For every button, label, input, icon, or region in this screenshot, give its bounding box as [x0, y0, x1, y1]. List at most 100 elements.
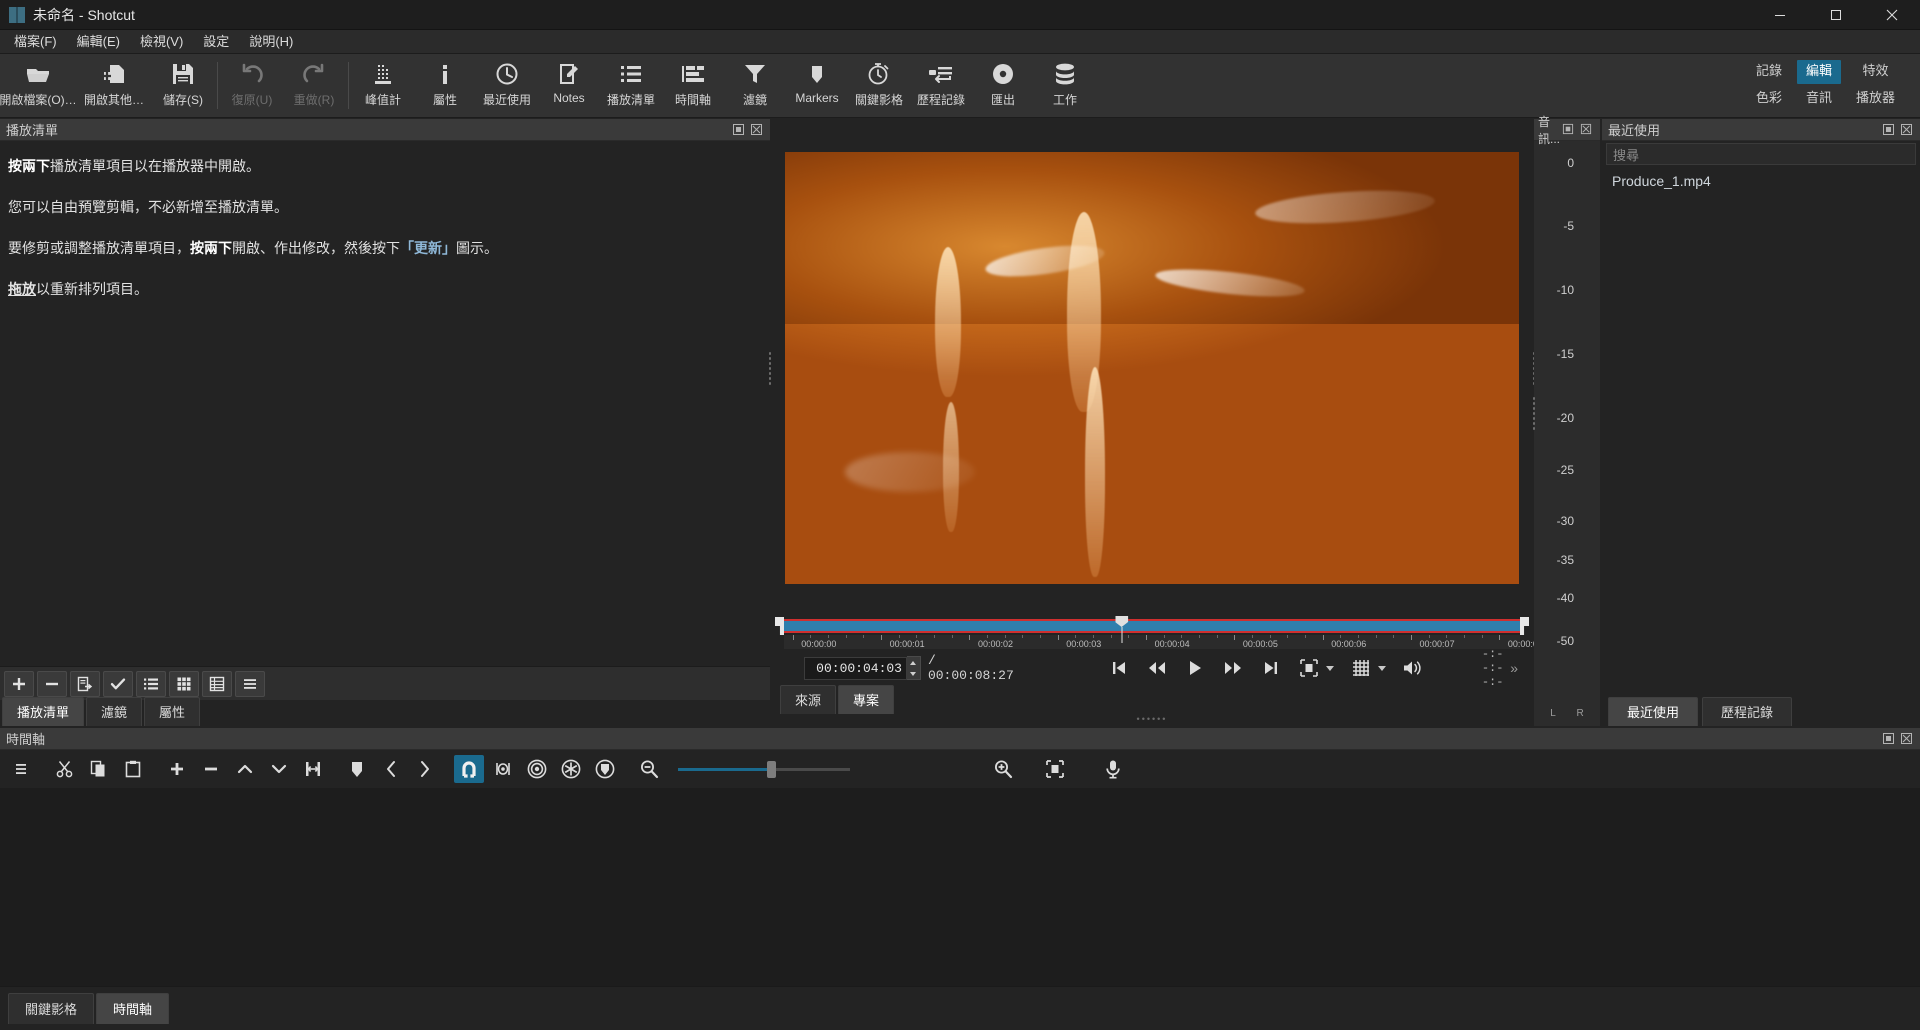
menu-file[interactable]: 檔案(F): [4, 31, 67, 53]
audio-splitter-grip[interactable]: [1532, 396, 1536, 430]
jobs-button[interactable]: 工作: [1034, 54, 1096, 117]
peak-meter-button[interactable]: 峰值計: [352, 54, 414, 117]
zoom-fit-button[interactable]: [1298, 657, 1320, 679]
timeline-zoom-out-button[interactable]: [634, 755, 664, 783]
playlist-select-button[interactable]: [103, 671, 133, 697]
zoom-dropdown-icon[interactable]: [1326, 666, 1334, 671]
timeline-snap-button[interactable]: [454, 755, 484, 783]
layout-audio[interactable]: 音訊: [1797, 87, 1841, 111]
tab-playlist[interactable]: 播放清單: [2, 697, 84, 726]
timeline-lift-button[interactable]: [230, 755, 260, 783]
audio-close-icon[interactable]: [1580, 123, 1593, 136]
player-bottom-grip[interactable]: ••••••: [772, 714, 1532, 726]
playlist-tiles-view-button[interactable]: [169, 671, 199, 697]
undo-button[interactable]: 復原(U): [221, 54, 283, 117]
playlist-update-button[interactable]: [70, 671, 100, 697]
tab-project[interactable]: 專案: [838, 685, 894, 714]
tab-properties[interactable]: 屬性: [144, 697, 200, 726]
timeline-split-button[interactable]: [298, 755, 328, 783]
recent-search-input[interactable]: 搜尋: [1606, 143, 1916, 165]
timeline-menu-button[interactable]: [6, 755, 36, 783]
timeline-zoom-fit-button[interactable]: [1040, 755, 1070, 783]
timeline-marker-button[interactable]: [342, 755, 372, 783]
recent-button[interactable]: 最近使用: [476, 54, 538, 117]
splitter-grip-left[interactable]: [768, 351, 772, 385]
tab-keyframes[interactable]: 關鍵影格: [8, 993, 94, 1024]
recent-item-produce-1[interactable]: Produce_1.mp4: [1602, 169, 1920, 193]
playlist-details-view-button[interactable]: [202, 671, 232, 697]
recent-float-icon[interactable]: [1882, 123, 1895, 136]
layout-player[interactable]: 播放器: [1847, 87, 1904, 111]
playlist-close-icon[interactable]: [750, 123, 763, 136]
scrubber[interactable]: 00:00:0000:00:0100:00:0200:00:0300:00:04…: [772, 616, 1532, 650]
timeline-record-audio-button[interactable]: [1098, 755, 1128, 783]
playlist-list-view-button[interactable]: [136, 671, 166, 697]
timeline-float-icon[interactable]: [1882, 732, 1895, 745]
export-button[interactable]: 匯出: [972, 54, 1034, 117]
out-point-marker[interactable]: [1520, 617, 1529, 635]
video-preview[interactable]: [785, 152, 1519, 584]
timeline-ripple-markers-button[interactable]: [590, 755, 620, 783]
playlist-add-button[interactable]: [4, 671, 34, 697]
in-point-marker[interactable]: [775, 617, 784, 635]
timeline-zoom-slider[interactable]: [678, 759, 850, 779]
tab-source[interactable]: 來源: [780, 685, 836, 714]
timeline-zoom-in-button[interactable]: [988, 755, 1018, 783]
close-button[interactable]: [1864, 0, 1920, 30]
minimize-button[interactable]: [1752, 0, 1808, 30]
fast-forward-button[interactable]: [1222, 657, 1244, 679]
tab-recent[interactable]: 最近使用: [1608, 697, 1698, 726]
timeline-scrub-button[interactable]: [488, 755, 518, 783]
menu-settings[interactable]: 設定: [193, 31, 239, 53]
timeline-copy-button[interactable]: [84, 755, 114, 783]
grid-button[interactable]: [1350, 657, 1372, 679]
timeline-ripple-delete-button[interactable]: [196, 755, 226, 783]
notes-button[interactable]: Notes: [538, 54, 600, 117]
playlist-float-icon[interactable]: [732, 123, 745, 136]
save-button[interactable]: 儲存(S): [152, 54, 214, 117]
timeline-tracks-area[interactable]: [0, 788, 1920, 986]
skip-previous-button[interactable]: [1108, 657, 1130, 679]
zoom-slider-handle[interactable]: [767, 761, 776, 778]
layout-color[interactable]: 色彩: [1747, 87, 1791, 111]
keyframes-button[interactable]: 關鍵影格: [848, 54, 910, 117]
grid-dropdown-icon[interactable]: [1378, 666, 1386, 671]
layout-logging[interactable]: 記錄: [1747, 60, 1791, 84]
tab-timeline[interactable]: 時間軸: [96, 993, 169, 1024]
playhead[interactable]: [1115, 616, 1128, 642]
recent-close-icon[interactable]: [1900, 123, 1913, 136]
rewind-button[interactable]: [1146, 657, 1168, 679]
menu-edit[interactable]: 編輯(E): [67, 31, 130, 53]
timeline-ripple-all-tracks-button[interactable]: [556, 755, 586, 783]
timecode-spinner[interactable]: [907, 656, 921, 680]
timeline-ripple-button[interactable]: [522, 755, 552, 783]
timeline-overwrite-button[interactable]: [264, 755, 294, 783]
more-controls-chevron-icon[interactable]: »: [1510, 660, 1522, 676]
play-button[interactable]: [1184, 657, 1206, 679]
playlist-remove-button[interactable]: [37, 671, 67, 697]
timeline-append-button[interactable]: [162, 755, 192, 783]
menu-help[interactable]: 說明(H): [239, 31, 303, 53]
timeline-cut-button[interactable]: [50, 755, 80, 783]
markers-button[interactable]: Markers: [786, 54, 848, 117]
maximize-button[interactable]: [1808, 0, 1864, 30]
filters-toolbar-button[interactable]: 濾鏡: [724, 54, 786, 117]
timeline-close-icon[interactable]: [1900, 732, 1913, 745]
timeline-paste-button[interactable]: [118, 755, 148, 783]
timeline-previous-marker-button[interactable]: [376, 755, 406, 783]
scrub-bar[interactable]: [784, 619, 1520, 633]
layout-editing[interactable]: 編輯: [1797, 60, 1841, 84]
tab-history[interactable]: 歷程記錄: [1702, 697, 1792, 726]
open-file-button[interactable]: 開啟檔案(O)…: [0, 54, 76, 117]
timeline-next-marker-button[interactable]: [410, 755, 440, 783]
tab-filters[interactable]: 濾鏡: [86, 697, 142, 726]
menu-view[interactable]: 檢視(V): [130, 31, 193, 53]
volume-button[interactable]: [1402, 657, 1424, 679]
properties-button[interactable]: 屬性: [414, 54, 476, 117]
playlist-menu-button[interactable]: [235, 671, 265, 697]
open-other-button[interactable]: 開啟其他…: [76, 54, 152, 117]
playlist-toolbar-button[interactable]: 播放清單: [600, 54, 662, 117]
redo-button[interactable]: 重做(R): [283, 54, 345, 117]
history-button[interactable]: 歷程記錄: [910, 54, 972, 117]
layout-fx[interactable]: 特效: [1847, 60, 1904, 84]
